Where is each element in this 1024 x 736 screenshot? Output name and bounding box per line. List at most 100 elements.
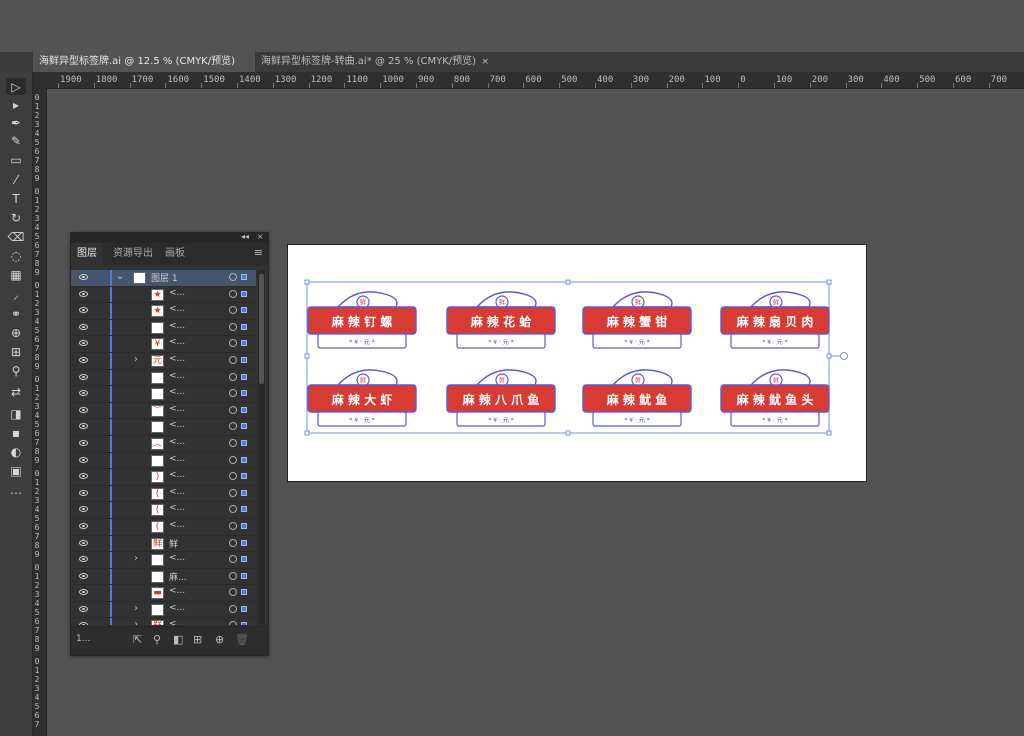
visibility-eye-icon[interactable]	[79, 323, 88, 330]
target-circle-icon[interactable]	[229, 289, 237, 298]
layer-row[interactable]: ︶ <...	[71, 402, 256, 420]
visibility-eye-icon[interactable]	[79, 439, 88, 446]
new-sublayer-icon[interactable]: ⊞	[193, 633, 202, 646]
color-mode-icon[interactable]: ▪	[6, 424, 26, 441]
target-circle-icon[interactable]	[229, 322, 237, 331]
layer-name[interactable]: <...	[169, 603, 185, 613]
visibility-eye-icon[interactable]	[79, 307, 88, 314]
layer-name[interactable]: <...	[169, 337, 185, 347]
visibility-eye-icon[interactable]	[79, 572, 88, 579]
layer-name[interactable]: <...	[169, 553, 185, 563]
swap-colors-icon[interactable]: ⇄	[6, 383, 26, 400]
visibility-eye-icon[interactable]	[79, 406, 88, 413]
expand-chevron-icon[interactable]: ›	[134, 354, 138, 365]
selection-indicator[interactable]	[241, 356, 247, 363]
selection-indicator[interactable]	[241, 556, 247, 563]
visibility-eye-icon[interactable]	[79, 473, 88, 480]
more-tools-icon[interactable]: ⋯	[6, 484, 26, 501]
selection-indicator[interactable]	[241, 274, 247, 280]
visibility-eye-icon[interactable]	[79, 373, 88, 380]
panel-menu-icon[interactable]: ≡	[254, 246, 263, 259]
seafood-sign[interactable]: 鲜麻 辣 大 虾 * ¥ · 元 *	[307, 369, 417, 427]
artboard[interactable]: 鲜麻 辣 钉 螺 * ¥ · 元 * 鲜麻 辣 花 蛤 * ¥ · 元 * 鲜麻 辣 蟹…	[287, 244, 867, 482]
layer-row[interactable]: ︵ <...	[71, 435, 256, 453]
tab-document-2[interactable]: 海鲜异型标签牌-转曲.ai* @ 25 % (CMYK/预览) ×	[255, 52, 495, 72]
target-circle-icon[interactable]	[229, 604, 237, 613]
layer-row[interactable]: ¥ <...	[71, 336, 256, 353]
tab-document-1[interactable]: 海鲜异型标签牌.ai @ 12.5 % (CMYK/预览)	[33, 52, 255, 72]
selection-indicator[interactable]	[241, 456, 247, 463]
visibility-eye-icon[interactable]	[79, 539, 88, 546]
layer-name[interactable]: <...	[169, 404, 185, 414]
pen-icon[interactable]: ✒	[6, 114, 26, 131]
selection-indicator[interactable]	[241, 323, 247, 330]
selection-indicator[interactable]	[241, 572, 247, 579]
selection-indicator[interactable]	[241, 622, 247, 625]
visibility-eye-icon[interactable]	[79, 506, 88, 513]
layer-name[interactable]: 麻...	[169, 570, 187, 583]
layer-name[interactable]: 鲜	[169, 537, 178, 550]
gradient-icon[interactable]: ▦	[6, 266, 26, 283]
visibility-eye-icon[interactable]	[79, 274, 88, 280]
layer-row[interactable]: <...	[71, 419, 256, 436]
visibility-eye-icon[interactable]	[79, 556, 88, 563]
visibility-eye-icon[interactable]	[79, 522, 88, 529]
direct-select-icon[interactable]: ▸	[6, 96, 26, 113]
rotate-icon[interactable]: ↻	[6, 209, 26, 226]
selection-indicator[interactable]	[241, 539, 247, 546]
visibility-eye-icon[interactable]	[79, 390, 88, 397]
selection-indicator[interactable]	[241, 605, 247, 612]
layer-row[interactable]: › <...	[71, 552, 256, 569]
layer-row[interactable]: ★ <...	[71, 303, 256, 320]
tab-layers[interactable]: 图层	[71, 243, 103, 265]
brush-icon[interactable]: ⁄	[6, 171, 26, 188]
layer-name[interactable]: <...	[169, 454, 185, 464]
warp-icon[interactable]: ◌	[6, 247, 26, 264]
target-circle-icon[interactable]	[229, 339, 237, 348]
layer-name[interactable]: <...	[169, 304, 185, 314]
zoom-icon[interactable]: ⚲	[6, 362, 26, 379]
layer-name[interactable]: <...	[169, 371, 185, 381]
fill-stroke-icon[interactable]: ◨	[6, 405, 26, 422]
visibility-eye-icon[interactable]	[79, 589, 88, 596]
export-icon[interactable]: ⇱	[133, 633, 142, 646]
selection-indicator[interactable]	[241, 506, 247, 513]
search-icon[interactable]: ⚲	[153, 633, 161, 646]
seafood-sign[interactable]: 鲜麻 辣 扇 贝 肉 * ¥ · 元 *	[720, 291, 830, 349]
target-circle-icon[interactable]	[229, 555, 237, 564]
layer-row[interactable]: 鲜鲜	[71, 535, 256, 553]
rectangle-icon[interactable]: ▭	[6, 151, 26, 168]
layer-name[interactable]: <...	[169, 437, 185, 447]
layer-row[interactable]: (<...	[71, 518, 256, 536]
selection-indicator[interactable]	[241, 373, 247, 380]
layer-row[interactable]: › 元 <...	[71, 352, 256, 370]
layer-row[interactable]: › <...	[71, 601, 256, 619]
expand-chevron-icon[interactable]: ›	[134, 553, 138, 564]
layer-row[interactable]: 麻...	[71, 568, 256, 586]
new-layer-icon[interactable]: ⊕	[215, 633, 224, 646]
eyedropper-icon[interactable]: ⸝	[6, 286, 26, 303]
selection-indicator[interactable]	[241, 390, 247, 397]
visibility-eye-icon[interactable]	[79, 423, 88, 430]
seafood-sign[interactable]: 鲜麻 辣 八 爪 鱼 * ¥ · 元 *	[446, 369, 556, 427]
layer-name[interactable]: 图层 1	[151, 271, 178, 284]
target-circle-icon[interactable]	[229, 455, 237, 464]
target-circle-icon[interactable]	[229, 588, 237, 597]
clip-icon[interactable]: ◧	[173, 633, 183, 646]
delete-icon[interactable]: 🗑	[235, 633, 249, 646]
seafood-sign[interactable]: 鲜麻 辣 鱿 鱼 头 * ¥ · 元 *	[720, 369, 830, 427]
layers-scrollbar[interactable]	[258, 270, 265, 625]
blend-icon[interactable]: ⚭	[6, 305, 26, 322]
target-circle-icon[interactable]	[229, 306, 237, 315]
target-circle-icon[interactable]	[229, 488, 237, 497]
layer-name[interactable]: <...	[169, 354, 185, 364]
layer-name[interactable]: <...	[169, 288, 185, 298]
selection-indicator[interactable]	[241, 473, 247, 480]
visibility-eye-icon[interactable]	[79, 489, 88, 496]
visibility-eye-icon[interactable]	[79, 456, 88, 463]
expand-chevron-icon[interactable]: ›	[134, 603, 138, 614]
layer-name[interactable]: <...	[169, 487, 185, 497]
type-icon[interactable]: T	[6, 190, 26, 207]
layer-row[interactable]: (<...	[71, 502, 256, 519]
expand-chevron-icon[interactable]: ›	[134, 619, 138, 625]
